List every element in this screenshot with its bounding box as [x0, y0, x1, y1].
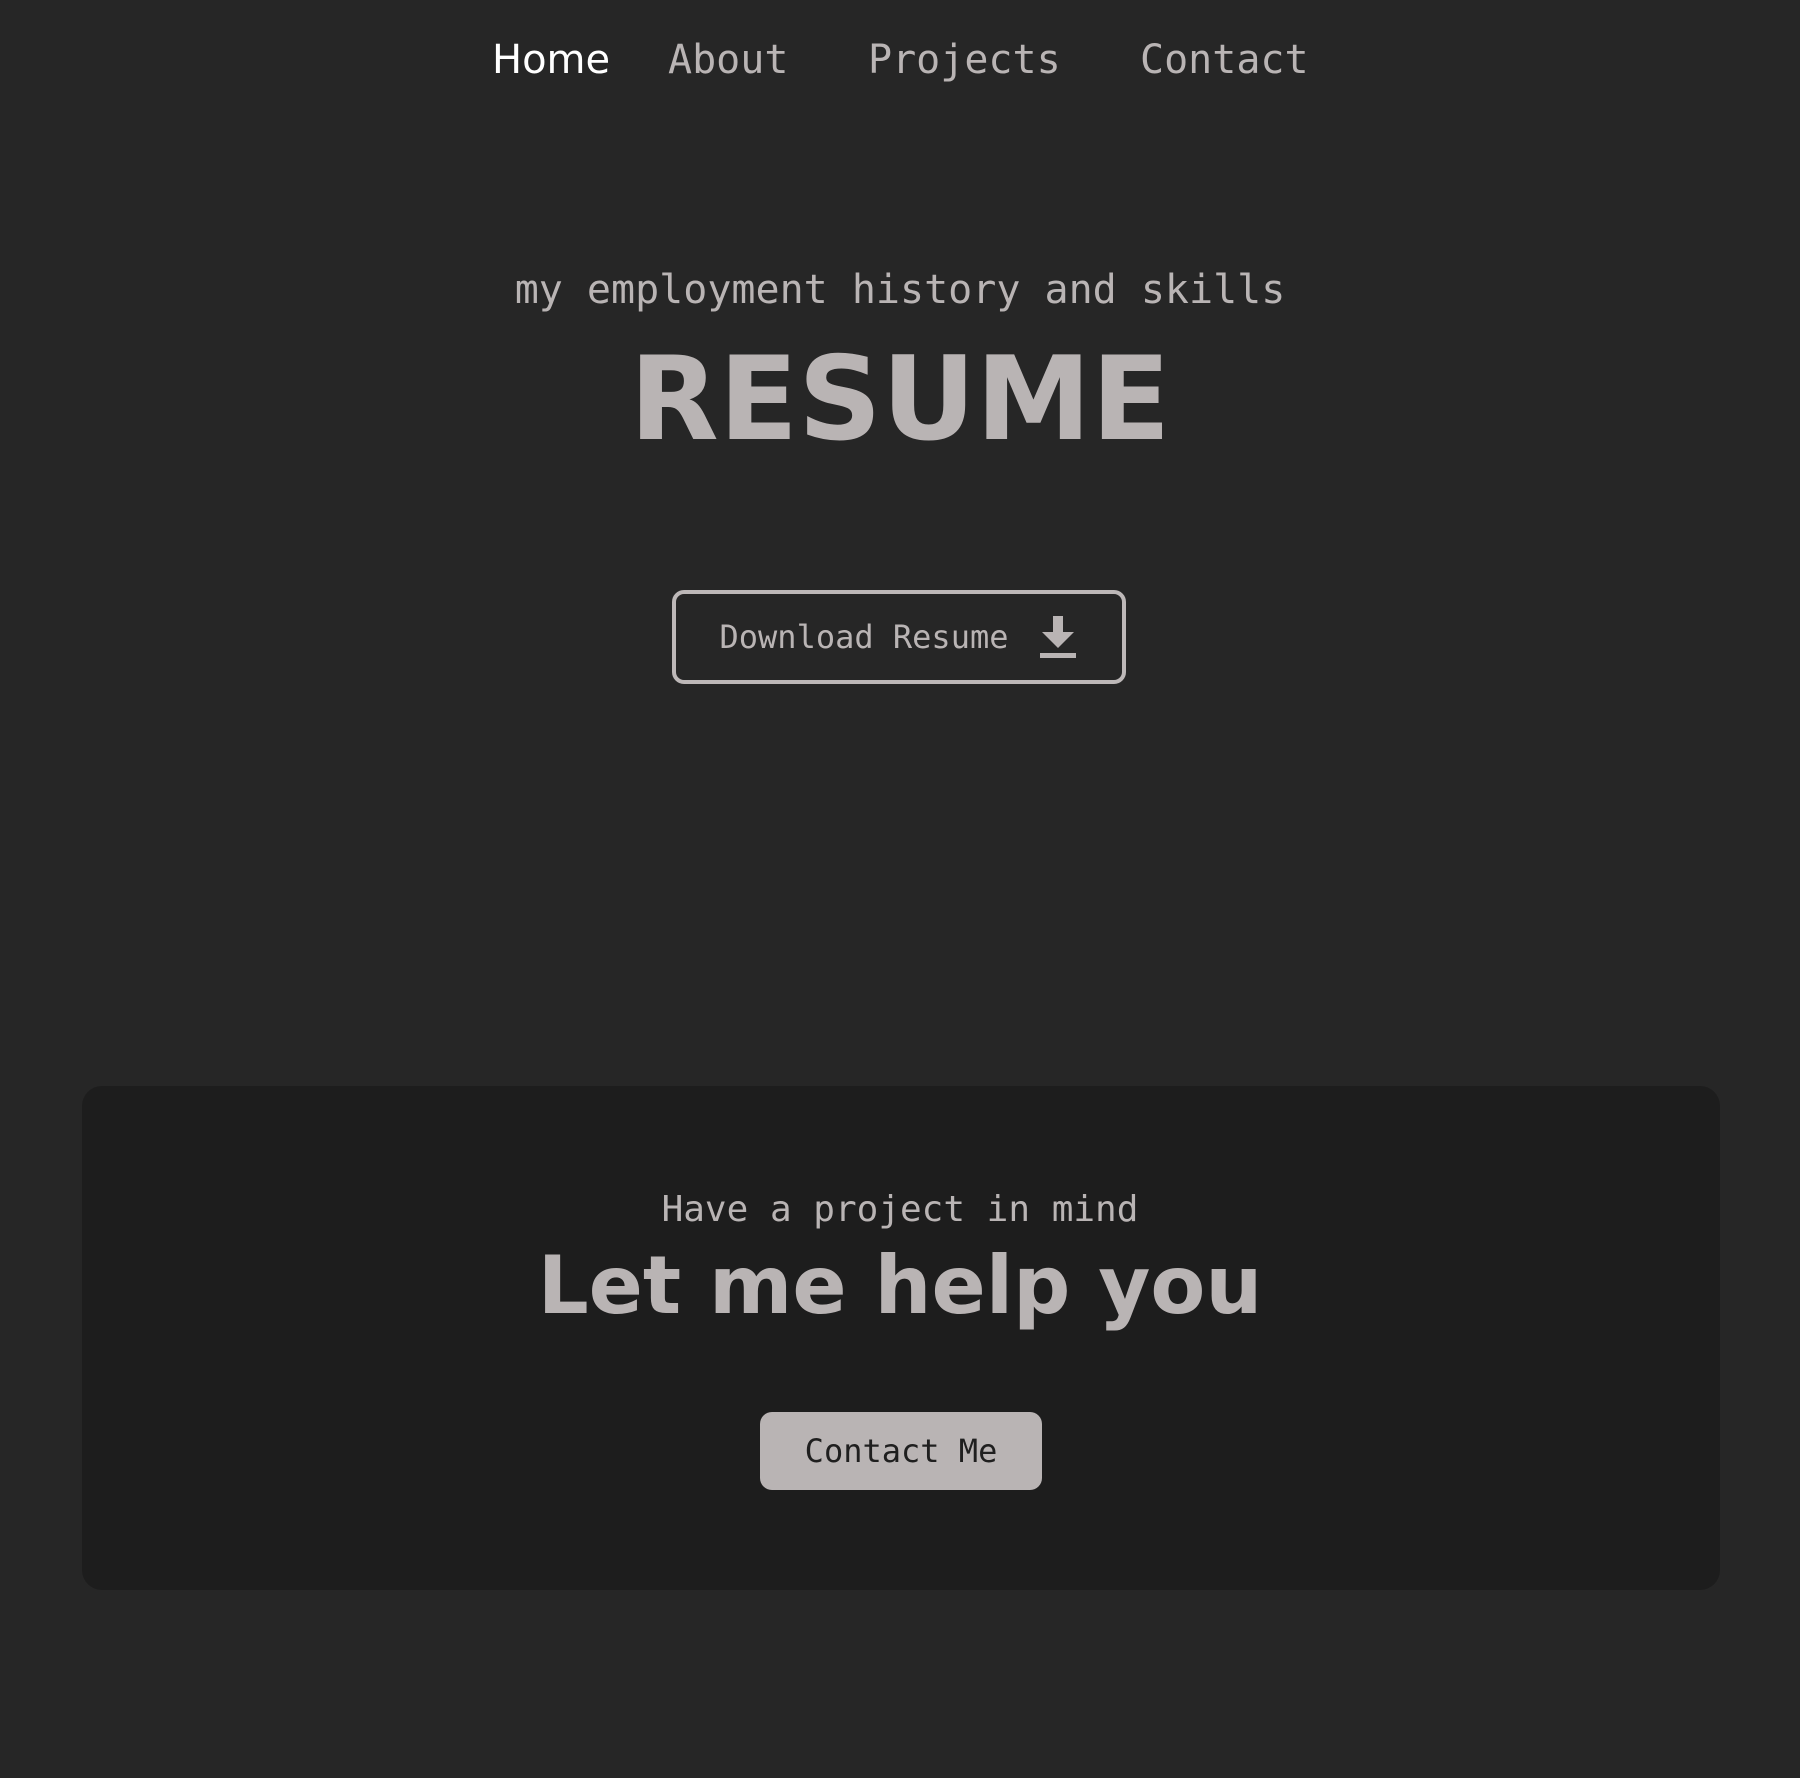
hero-subtitle: my employment history and skills — [514, 267, 1286, 313]
download-icon — [1038, 614, 1078, 660]
page-title: RESUME — [629, 332, 1171, 467]
nav-item-home[interactable]: Home — [492, 32, 610, 88]
download-resume-label: Download Resume — [719, 618, 1009, 656]
nav-item-contact[interactable]: Contact — [1140, 32, 1309, 88]
cta-title: Let me help you — [537, 1239, 1263, 1332]
top-navigation: Home About Projects Contact — [0, 0, 1800, 120]
nav-item-projects[interactable]: Projects — [868, 32, 1061, 88]
nav-item-about[interactable]: About — [668, 32, 788, 88]
contact-me-button[interactable]: Contact Me — [760, 1412, 1042, 1490]
contact-cta-card — [82, 1086, 1720, 1590]
download-resume-button[interactable]: Download Resume — [672, 590, 1126, 684]
cta-kicker: Have a project in mind — [661, 1189, 1139, 1230]
